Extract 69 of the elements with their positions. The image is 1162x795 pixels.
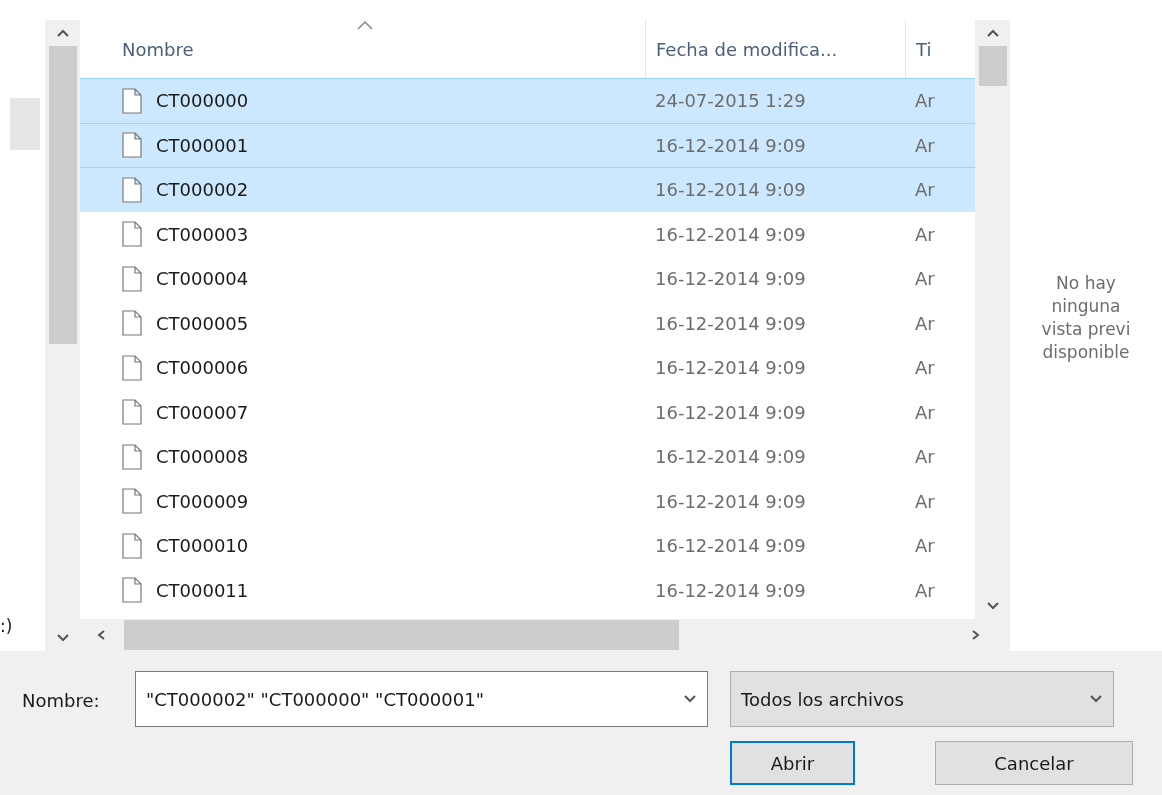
file-icon xyxy=(122,132,142,159)
file-name-field[interactable]: "CT000002" "CT000000" "CT000001" xyxy=(135,671,708,727)
file-name: CT000000 xyxy=(156,90,249,112)
date-cell-text: 16-12-2014 9:09 xyxy=(654,357,807,379)
dropdown-icon[interactable] xyxy=(1089,694,1103,704)
file-name-label: Nombre: xyxy=(21,689,101,711)
file-name: CT000011 xyxy=(156,579,249,601)
date-cell-text: 16-12-2014 9:09 xyxy=(654,579,807,601)
file-type-dropdown[interactable]: Todos los archivos xyxy=(730,671,1114,727)
dialog-button[interactable]: Cancelar xyxy=(935,741,1133,785)
scroll-down-icon[interactable] xyxy=(55,633,70,643)
date-cell-text: 16-12-2014 9:09 xyxy=(654,401,807,423)
dialog-button[interactable]: Abrir xyxy=(730,741,855,785)
date-cell-text: 16-12-2014 9:09 xyxy=(654,312,807,334)
date-cell-text: 16-12-2014 9:09 xyxy=(654,268,807,290)
date-cell-text: 16-12-2014 9:09 xyxy=(654,134,807,156)
drive-label[interactable]: :) xyxy=(0,616,13,636)
scroll-down-icon[interactable] xyxy=(985,601,1000,611)
date-cell-text: 16-12-2014 9:09 xyxy=(654,179,807,201)
date-cell-text: 16-12-2014 9:09 xyxy=(654,446,807,468)
type-cell-text: Ar xyxy=(914,179,936,201)
scroll-up-icon[interactable] xyxy=(985,28,1000,38)
type-cell-text: Ar xyxy=(914,223,936,245)
file-name: CT000002 xyxy=(156,179,249,201)
date-cell-text: 16-12-2014 9:09 xyxy=(654,223,807,245)
file-icon xyxy=(122,532,142,559)
file-name: CT000008 xyxy=(156,446,249,468)
file-name: CT000006 xyxy=(156,357,249,379)
type-cell-text: Ar xyxy=(914,357,936,379)
type-cell-text: Ar xyxy=(914,446,936,468)
file-name: CT000010 xyxy=(156,535,249,557)
type-cell-text: Ar xyxy=(914,268,936,290)
file-name: CT000004 xyxy=(156,268,249,290)
file-icon xyxy=(122,577,142,604)
type-cell-text: Ar xyxy=(914,490,936,512)
date-cell-text: 16-12-2014 9:09 xyxy=(654,535,807,557)
scrollbar-thumb[interactable] xyxy=(124,620,679,650)
file-icon xyxy=(122,488,142,515)
file-icon xyxy=(122,221,142,248)
file-icon xyxy=(122,87,142,114)
scrollbar-thumb[interactable] xyxy=(978,46,1007,86)
file-icon xyxy=(122,443,142,470)
file-name: CT000003 xyxy=(156,223,249,245)
dropdown-icon[interactable] xyxy=(683,694,697,704)
file-name: CT000005 xyxy=(156,312,249,334)
file-icon xyxy=(122,176,142,203)
file-icon xyxy=(122,354,142,381)
file-name: CT000001 xyxy=(156,134,249,156)
file-icon xyxy=(122,310,142,337)
file-name: CT000009 xyxy=(156,490,249,512)
type-cell-text: Ar xyxy=(914,401,936,423)
preview-message: No hay ninguna vista previ disponible xyxy=(1041,272,1131,364)
file-row[interactable]: CT000002 16-12-2014 9:09 Ar xyxy=(80,167,975,212)
scroll-up-icon[interactable] xyxy=(55,28,70,38)
date-cell-text: 24-07-2015 1:29 xyxy=(654,90,807,112)
scrollbar-thumb[interactable] xyxy=(48,46,77,344)
type-cell-text: Ar xyxy=(914,134,936,156)
type-cell-text: Ar xyxy=(914,535,936,557)
file-icon xyxy=(122,265,142,292)
file-icon xyxy=(122,399,142,426)
column-header[interactable]: Nombre xyxy=(80,20,645,78)
type-cell-text: Ar xyxy=(914,90,936,112)
file-row[interactable]: CT000001 16-12-2014 9:09 Ar xyxy=(80,122,975,167)
file-name: CT000007 xyxy=(156,401,249,423)
date-cell-text: 16-12-2014 9:09 xyxy=(654,490,807,512)
sort-ascending-icon xyxy=(356,20,373,30)
type-cell-text: Ar xyxy=(914,312,936,334)
file-row[interactable]: CT000000 24-07-2015 1:29 Ar xyxy=(80,78,975,123)
type-cell-text: Ar xyxy=(914,579,936,601)
